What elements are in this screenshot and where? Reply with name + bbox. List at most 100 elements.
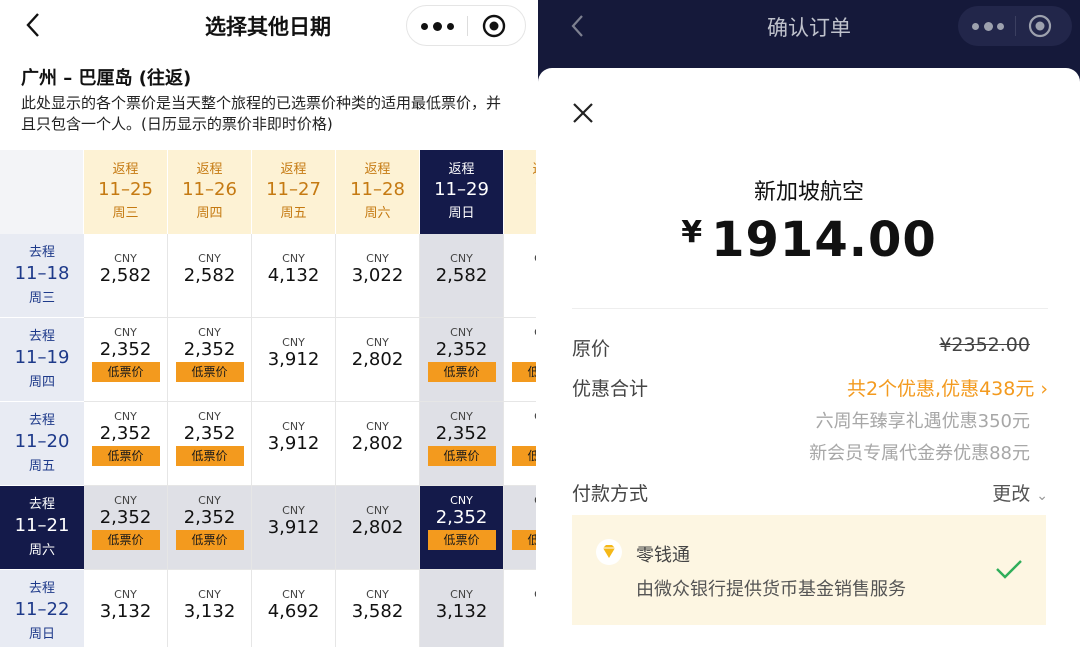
fare-cell[interactable]: CNY2,低票价	[504, 402, 536, 486]
depart-date-header[interactable]: 去程 11–21 周六	[0, 486, 84, 570]
currency-label: CNY	[282, 504, 305, 517]
fare-cell[interactable]: CNY 4,132	[252, 234, 336, 318]
low-fare-badge: 低票价	[175, 362, 244, 382]
depart-weekday: 周六	[28, 543, 55, 558]
currency-label: CNY	[450, 326, 473, 339]
close-target-icon[interactable]	[1028, 14, 1052, 38]
currency-label: CNY	[366, 588, 389, 601]
currency-label: CNY	[114, 326, 137, 339]
fare-price: 2,	[504, 265, 536, 286]
currency-label: CNY	[504, 588, 536, 601]
change-payment-button[interactable]: 更改 ⌄	[992, 479, 1048, 506]
fare-cell[interactable]: CNY2,低票价	[504, 318, 536, 402]
fare-price: 3,022	[351, 265, 404, 286]
return-label: 返程	[364, 162, 391, 177]
fare-price: 3,912	[267, 517, 320, 538]
fare-cell[interactable]: CNY 2,582	[84, 234, 168, 318]
return-weekday: 周三	[112, 206, 139, 221]
check-icon	[996, 560, 1022, 579]
depart-date-header[interactable]: 去程 11–20 周五	[0, 402, 84, 486]
fare-cell[interactable]: CNY 3,132	[420, 570, 504, 647]
fare-price: 3,912	[267, 433, 320, 454]
more-icon[interactable]	[421, 18, 455, 34]
depart-weekday: 周日	[28, 627, 55, 642]
fare-cell[interactable]: CNY 2,352 低票价	[168, 402, 252, 486]
depart-date-header[interactable]: 去程 11–22 周日	[0, 570, 84, 647]
payment-name: 零钱通	[636, 545, 690, 566]
fare-cell[interactable]: CNY2,低票价	[504, 486, 536, 570]
return-weekday: 周日	[448, 206, 475, 221]
fare-note: 此处显示的各个票价是当天整个旅程的已选票价种类的适用最低票价，并且只包含一个人。…	[21, 94, 502, 133]
low-fare-badge: 低票价	[175, 530, 244, 550]
depart-label: 去程	[28, 581, 55, 596]
fare-cell[interactable]: CNY 2,582	[420, 234, 504, 318]
fare-price: 2,352	[99, 339, 152, 360]
return-date-header[interactable]: 返程 11–25 周三	[84, 150, 168, 234]
return-date-header[interactable]: 返程 11–27 周五	[252, 150, 336, 234]
fare-cell[interactable]: CNY 2,352 低票价	[84, 486, 168, 570]
low-fare-badge: 低票价	[91, 530, 160, 550]
fare-cell[interactable]: CNY 3,022	[336, 234, 420, 318]
return-date-header[interactable]: 返程 11 周	[504, 150, 536, 234]
fare-cell[interactable]: CNY 2,352 低票价	[168, 318, 252, 402]
return-weekday: 周五	[280, 206, 307, 221]
fare-cell[interactable]: CNY 3,912	[252, 402, 336, 486]
divider	[572, 308, 1048, 309]
fare-cell[interactable]: CNY 2,802	[336, 486, 420, 570]
fare-cell[interactable]: CNY 2,352 低票价	[168, 486, 252, 570]
fare-price: 2,	[504, 339, 536, 360]
fare-cell[interactable]: CNY 2,352 低票价	[420, 486, 504, 570]
discount-item: 六周年臻享礼遇优惠350元	[815, 411, 1030, 432]
currency-label: CNY	[282, 252, 305, 265]
fare-cell[interactable]: CNY3	[504, 570, 536, 647]
currency-label: CNY	[198, 252, 221, 265]
currency-label: CNY	[282, 336, 305, 349]
discount-item: 新会员专属代金券优惠88元	[809, 443, 1030, 464]
depart-date-header[interactable]: 去程 11–18 周三	[0, 234, 84, 318]
fare-cell[interactable]: CNY 3,582	[336, 570, 420, 647]
payment-amount: ¥1914.00	[538, 212, 1080, 268]
return-date-header[interactable]: 返程 11–28 周六	[336, 150, 420, 234]
fare-cell[interactable]: CNY 2,352 低票价	[420, 318, 504, 402]
fare-price: 2,802	[351, 433, 404, 454]
fare-cell[interactable]: CNY 3,912	[252, 486, 336, 570]
return-label: 返程	[196, 162, 223, 177]
fare-price: 2,802	[351, 517, 404, 538]
discount-total-link[interactable]: 共2个优惠,优惠438元 ›	[847, 374, 1048, 401]
low-fare-badge: 低票价	[427, 530, 496, 550]
depart-date: 11–19	[14, 347, 70, 368]
return-date-header[interactable]: 返程 11–29 周日	[420, 150, 504, 234]
return-date-header[interactable]: 返程 11–26 周四	[168, 150, 252, 234]
currency-label: CNY	[504, 494, 536, 507]
fare-cell[interactable]: CNY 2,582	[168, 234, 252, 318]
close-icon[interactable]	[572, 102, 594, 124]
fare-cell[interactable]: CNY 2,352 低票价	[84, 402, 168, 486]
fare-price: 2,352	[435, 507, 488, 528]
close-target-icon[interactable]	[482, 14, 506, 38]
currency-label: CNY	[504, 410, 536, 423]
fare-cell[interactable]: CNY 2,802	[336, 318, 420, 402]
merchant-name: 新加坡航空	[753, 180, 864, 205]
payment-option[interactable]: 零钱通 由微众银行提供货币基金销售服务	[572, 515, 1046, 625]
more-icon[interactable]	[972, 18, 1004, 34]
currency-label: CNY	[198, 410, 221, 423]
depart-date-header[interactable]: 去程 11–19 周四	[0, 318, 84, 402]
fare-cell[interactable]: CNY 2,802	[336, 402, 420, 486]
fare-cell[interactable]: CNY 2,352 低票价	[420, 402, 504, 486]
fare-cell[interactable]: CNY 2,352 低票价	[84, 318, 168, 402]
payment-description: 由微众银行提供货币基金销售服务	[636, 579, 906, 600]
currency-label: CNY	[198, 588, 221, 601]
fare-cell[interactable]: CNY 3,132	[84, 570, 168, 647]
fare-cell[interactable]: CNY2,	[504, 234, 536, 318]
currency-label: CNY	[450, 410, 473, 423]
depart-label: 去程	[28, 329, 55, 344]
currency-label: CNY	[198, 326, 221, 339]
fare-cell[interactable]: CNY 3,912	[252, 318, 336, 402]
low-fare-badge: 低票价	[175, 446, 244, 466]
low-fare-badge: 低票价	[511, 446, 536, 466]
fare-price: 2,582	[435, 265, 488, 286]
low-fare-badge: 低票价	[427, 446, 496, 466]
fare-cell[interactable]: CNY 3,132	[168, 570, 252, 647]
fare-cell[interactable]: CNY 4,692	[252, 570, 336, 647]
return-weekday: 周六	[364, 206, 391, 221]
